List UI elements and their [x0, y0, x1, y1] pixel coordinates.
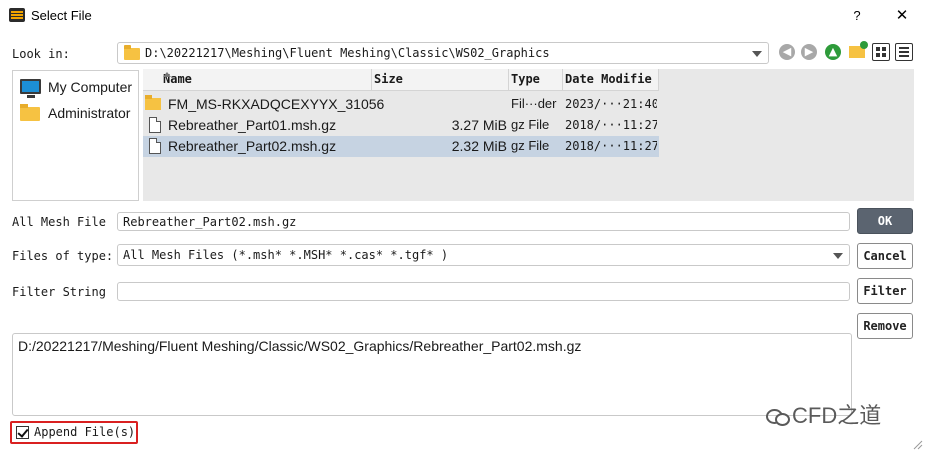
file-type: gz File: [511, 117, 550, 132]
look-in-label: Look in:: [12, 47, 70, 61]
window-title: Select File: [31, 8, 92, 23]
back-arrow-icon[interactable]: ◀: [779, 44, 795, 60]
file-name: Rebreather_Part01.msh.gz: [168, 117, 337, 133]
file-date: 2023/···21:40: [565, 97, 657, 111]
chevron-down-icon[interactable]: [752, 51, 762, 57]
column-header-name[interactable]: Name: [143, 69, 372, 91]
files-of-type-select[interactable]: All Mesh Files (*.msh* *.MSH* *.cas* *.t…: [117, 244, 850, 266]
file-row-folder[interactable]: FM_MS-RKXADQCEXYYX_31056 Fil···der 2023/…: [143, 94, 659, 115]
title-bar: Select File ? ✕: [0, 0, 926, 32]
filter-button[interactable]: Filter: [857, 278, 913, 304]
file-icon: [149, 117, 161, 133]
watermark-text: CFD之道: [792, 403, 882, 428]
file-row-part01[interactable]: Rebreather_Part01.msh.gz 3.27 MiB gz Fil…: [143, 115, 659, 136]
append-files-label: Append File(s): [34, 425, 136, 439]
ok-button[interactable]: OK: [857, 208, 913, 234]
folder-icon: [20, 104, 40, 121]
selected-files-list[interactable]: D:/20221217/Meshing/Fluent Meshing/Class…: [12, 333, 852, 416]
filter-string-input[interactable]: [117, 282, 850, 301]
file-date: 2018/···11:27: [565, 139, 657, 153]
selected-file-path[interactable]: D:/20221217/Meshing/Fluent Meshing/Class…: [18, 338, 581, 354]
file-size: 3.27 MiB: [451, 117, 507, 133]
all-mesh-file-label: All Mesh File: [12, 215, 106, 229]
wechat-logo-icon: [766, 407, 790, 426]
help-button[interactable]: ?: [847, 6, 867, 26]
column-header-size[interactable]: Size: [372, 69, 509, 91]
detail-view-icon[interactable]: [895, 43, 913, 61]
folder-icon: [145, 95, 161, 110]
resize-grip-icon[interactable]: [913, 440, 923, 450]
file-date: 2018/···11:27: [565, 118, 657, 132]
monitor-icon: [20, 79, 41, 98]
file-icon: [149, 138, 161, 154]
watermark: CFD之道: [766, 398, 881, 430]
filter-string-label: Filter String: [12, 285, 106, 299]
column-header-type[interactable]: Type: [509, 69, 563, 91]
column-header-date[interactable]: Date Modifie: [563, 69, 659, 91]
file-list[interactable]: Name Size Type Date Modifie FM_MS-RKXADQ…: [143, 69, 914, 201]
file-row-part02[interactable]: Rebreather_Part02.msh.gz 2.32 MiB gz Fil…: [143, 136, 659, 157]
file-type: Fil···der: [511, 96, 557, 111]
append-files-checkbox[interactable]: [16, 426, 29, 439]
sidebar-item-label: My Computer: [48, 79, 133, 95]
list-view-icon[interactable]: [872, 43, 890, 61]
files-of-type-label: Files of type:: [12, 249, 114, 263]
new-folder-icon[interactable]: [849, 41, 868, 58]
close-button[interactable]: ✕: [890, 5, 914, 27]
sort-ascending-icon: [163, 72, 171, 77]
app-logo-icon: [9, 8, 25, 22]
sidebar-item-label: Administrator: [48, 105, 131, 121]
look-in-path: D:\20221217\Meshing\Fluent Meshing\Class…: [145, 46, 550, 60]
look-in-combobox[interactable]: D:\20221217\Meshing\Fluent Meshing\Class…: [117, 42, 769, 64]
forward-arrow-icon[interactable]: ▶: [801, 44, 817, 60]
file-name: Rebreather_Part02.msh.gz: [168, 138, 337, 154]
places-sidebar: My Computer Administrator: [12, 70, 139, 201]
file-type: gz File: [511, 138, 550, 153]
chevron-down-icon[interactable]: [833, 253, 843, 259]
append-files-option[interactable]: Append File(s): [10, 421, 138, 444]
cancel-button[interactable]: Cancel: [857, 243, 913, 269]
file-size: 2.32 MiB: [451, 138, 507, 154]
remove-button[interactable]: Remove: [857, 313, 913, 339]
file-name-input[interactable]: Rebreather_Part02.msh.gz: [117, 212, 850, 231]
up-arrow-icon[interactable]: ▲: [825, 44, 841, 60]
file-name: FM_MS-RKXADQCEXYYX_31056: [168, 96, 385, 112]
folder-icon: [124, 45, 140, 60]
